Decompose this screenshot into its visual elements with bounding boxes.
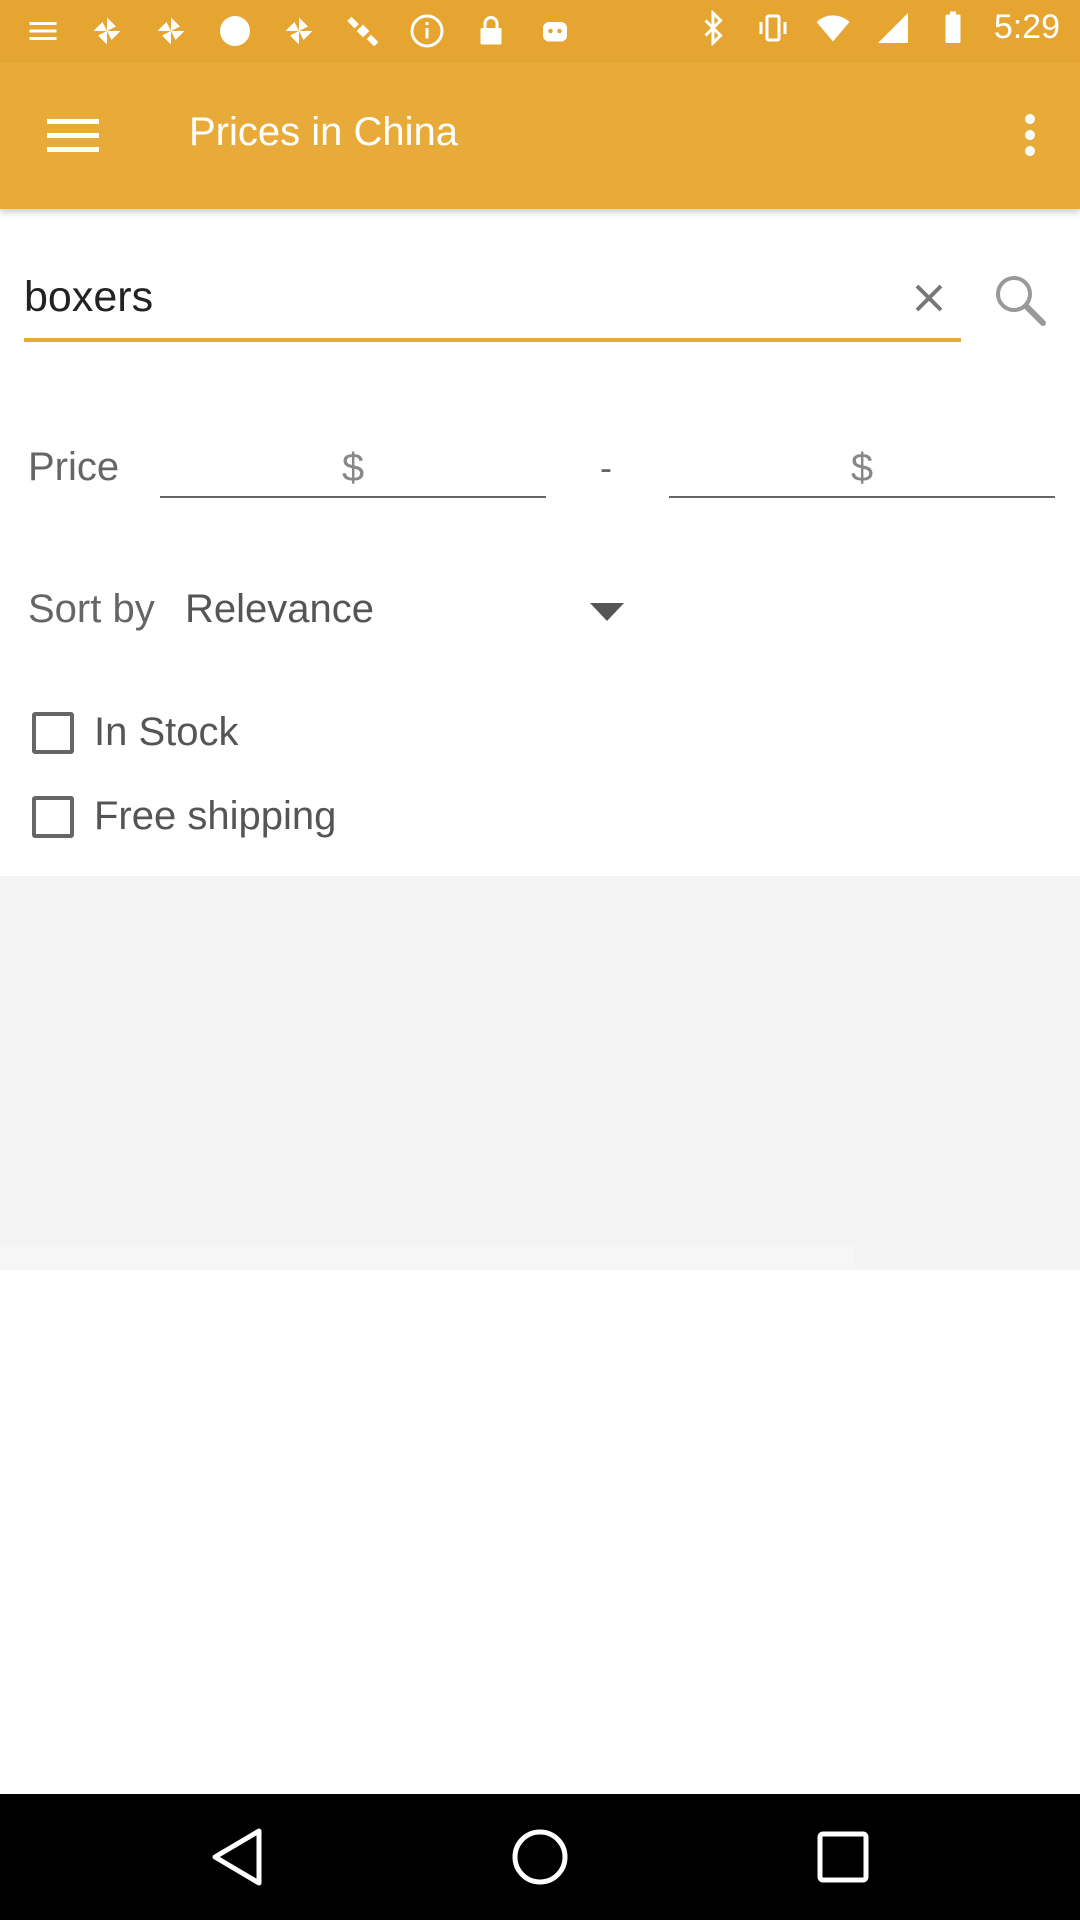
search-icon[interactable]: [986, 266, 1052, 332]
checkbox-box: [32, 795, 74, 838]
checkbox-box: [32, 711, 74, 754]
in-stock-checkbox[interactable]: In Stock: [20, 710, 239, 755]
navigation-bar: [0, 1794, 1080, 1920]
results-area-strip: [0, 1245, 855, 1270]
sort-selected-value: Relevance: [185, 587, 375, 631]
search-input[interactable]: [24, 262, 884, 332]
status-bar: 5:29: [0, 0, 1080, 62]
recents-icon[interactable]: [810, 1824, 876, 1890]
sort-dropdown[interactable]: Relevance: [175, 575, 635, 645]
pinwheel-icon: [88, 12, 126, 50]
chevron-down-icon: [590, 603, 624, 621]
search-field: [24, 262, 961, 342]
pinwheel-icon: [280, 12, 318, 50]
bluetooth-icon: [694, 9, 732, 47]
vibrate-icon: [754, 9, 792, 47]
status-right-icons: 5:29: [694, 8, 1060, 47]
close-icon[interactable]: [903, 272, 955, 324]
in-stock-label: In Stock: [94, 710, 239, 754]
android-icon: [536, 12, 574, 50]
info-icon: [408, 12, 446, 50]
free-shipping-checkbox[interactable]: Free shipping: [20, 794, 336, 839]
back-icon[interactable]: [205, 1824, 271, 1890]
more-vert-icon[interactable]: [994, 99, 1066, 171]
battery-icon: [934, 9, 972, 47]
satellite-icon: [344, 12, 382, 50]
min-price-input[interactable]: [160, 440, 546, 498]
wifi-icon: [814, 9, 852, 47]
price-separator: -: [600, 447, 612, 488]
free-shipping-label: Free shipping: [94, 794, 337, 838]
status-time: 5:29: [993, 8, 1060, 46]
app-bar: Prices in China: [0, 62, 1080, 209]
menu-icon: [24, 12, 62, 50]
home-icon[interactable]: [507, 1824, 573, 1890]
record-icon: [216, 12, 254, 50]
status-left-icons: [24, 12, 574, 50]
sort-label: Sort by: [28, 587, 155, 631]
price-label: Price: [28, 445, 120, 489]
results-area: [0, 876, 1080, 1270]
pinwheel-icon: [152, 12, 190, 50]
hamburger-icon[interactable]: [30, 99, 116, 171]
signal-icon: [874, 9, 912, 47]
max-price-input[interactable]: [669, 440, 1055, 498]
lock-icon: [472, 12, 510, 50]
page-title: Prices in China: [189, 110, 459, 154]
